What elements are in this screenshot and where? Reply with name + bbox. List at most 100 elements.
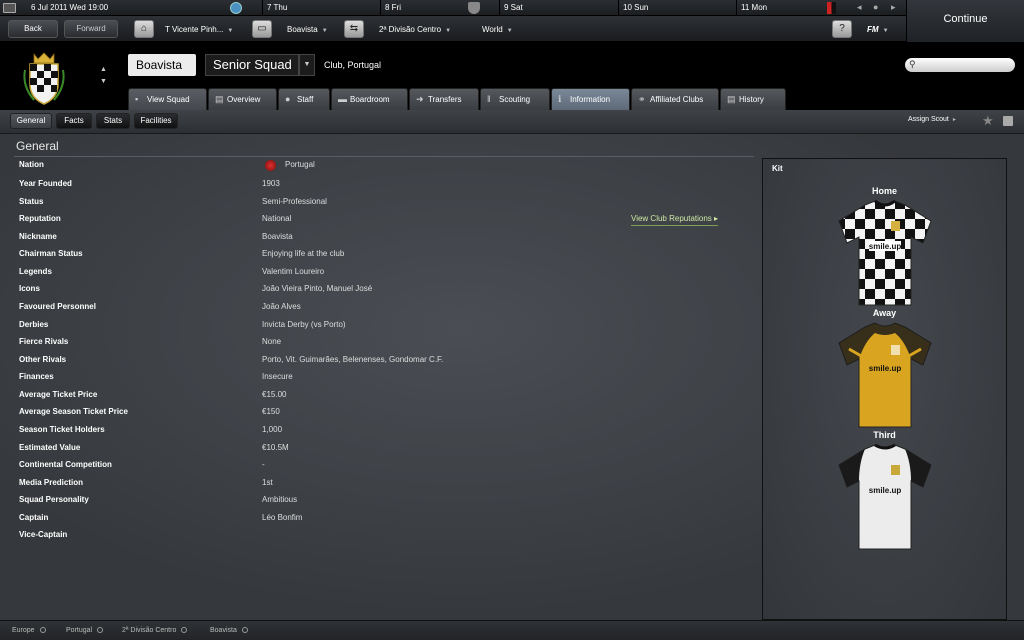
calendar-icon[interactable] [3,3,16,13]
back-button[interactable]: Back [8,20,58,38]
info-value: Enjoying life at the club [262,249,345,258]
info-label: Icons [19,284,40,293]
subtab-stats[interactable]: Stats [96,113,130,129]
tab-transfers[interactable]: ➜ Transfers [409,88,479,110]
info-label: Estimated Value [19,443,81,452]
info-row: Other Rivals Porto, Vit. Guimarães, Belen… [0,355,760,372]
tab-affiliated-clubs[interactable]: ⚭ Affiliated Clubs [631,88,719,110]
fm-menu[interactable]: FM ▼ [867,25,889,34]
tab-label: Boardroom [350,95,390,104]
info-value[interactable]: João Vieira Pinto, Manuel José [262,284,372,293]
club-subtitle: Club, Portugal [324,60,382,70]
tab-staff[interactable]: ● Staff [278,88,330,110]
info-label: Fierce Rivals [19,337,69,346]
chevron-down-icon: ▼ [506,28,513,34]
search-icon: ⚲ [909,59,916,69]
info-label: Chairman Status [19,249,83,258]
club-crest-icon [23,52,65,105]
world-label: World [482,25,503,34]
tab-label: Affiliated Clubs [650,95,704,104]
calendar-day[interactable]: 7 Thu [267,3,287,12]
opponent-crest-icon[interactable] [827,2,836,14]
calendar-divider [618,0,619,16]
info-value[interactable]: Valentim Loureiro [262,267,324,276]
world-menu[interactable]: World ▼ [482,25,513,34]
calendar-day[interactable]: 8 Fri [385,3,401,12]
kit-title: Kit [772,164,783,173]
info-value[interactable]: João Alves [262,302,301,311]
boardroom-icon: ▬ [338,94,347,104]
breadcrumb: Europe Portugal 2ª Divisão Centro Boavis… [0,620,1024,640]
breadcrumb-dot-icon [241,627,248,634]
subtab-facilities[interactable]: Facilities [134,113,178,129]
info-value[interactable]: Porto, Vit. Guimarães, Belenenses, Gondo… [262,355,443,364]
portugal-flag-icon [265,160,276,171]
section-divider [14,156,754,157]
third-kit-shirt: smile.up [838,443,932,550]
search-input[interactable]: ⚲ [905,58,1015,72]
tab-history[interactable]: ▤ History [720,88,786,110]
info-row: Chairman Status Enjoying life at the club [0,249,760,266]
note-icon[interactable] [1003,116,1013,126]
forward-button[interactable]: Forward [64,20,118,38]
subtab-general[interactable]: General [10,113,52,129]
info-label: Vice-Captain [19,530,68,539]
home-icon[interactable]: ⌂ [134,20,154,38]
tab-label: Transfers [428,95,462,104]
breadcrumb-item[interactable]: 2ª Divisão Centro [122,627,188,634]
calendar-prev-icon[interactable]: ◂ [857,2,862,13]
breadcrumb-item[interactable]: Boavista [210,627,248,634]
calendar-day[interactable]: 9 Sat [504,3,523,12]
calendar-today-icon[interactable]: ● [873,2,878,12]
chevron-down-icon: ▼ [321,28,328,34]
overview-icon: ▤ [215,94,224,104]
info-label: Year Founded [19,179,72,188]
info-row: Nation Portugal [0,160,760,177]
info-row: Continental Competition - [0,460,760,477]
continue-button[interactable]: Continue [906,0,1024,42]
away-kit-shirt: smile.up [838,322,932,428]
calendar-next-icon[interactable]: ▸ [891,2,896,13]
calendar-divider [380,0,381,16]
kit-third-label: Third [873,430,896,440]
info-value: National [262,214,292,223]
manager-name: T Vicente Pinh... [165,25,224,34]
info-value[interactable]: Portugal [285,160,315,169]
breadcrumb-dot-icon [39,627,46,634]
opponent-crest-icon[interactable] [468,2,480,14]
scouting-icon: ‖ [487,94,491,104]
club-icon[interactable]: ▭ [252,20,272,38]
info-value[interactable]: Léo Bonfim [262,513,302,522]
competition-label: 2ª Divisão Centro [379,25,442,34]
club-switch-arrows[interactable]: ▲ ▼ [100,64,107,88]
swap-icon[interactable]: ⇆ [344,20,364,38]
club-menu[interactable]: Boavista ▼ [287,25,328,34]
calendar-day[interactable]: 11 Mon [741,3,767,12]
manager-menu[interactable]: T Vicente Pinh... ▼ [165,25,233,34]
calendar-day[interactable]: 10 Sun [623,3,648,12]
competition-menu[interactable]: 2ª Divisão Centro ▼ [379,25,451,34]
star-icon[interactable]: ★ [982,113,994,129]
breadcrumb-item[interactable]: Portugal [66,627,104,634]
view-club-reputations-link[interactable]: View Club Reputations ▸ [631,214,719,226]
tab-scouting[interactable]: ‖ Scouting [480,88,550,110]
calendar-divider [499,0,500,16]
tab-boardroom[interactable]: ▬ Boardroom [331,88,408,110]
tab-overview[interactable]: ▤ Overview [208,88,277,110]
info-row: Squad Personality Ambitious [0,495,760,512]
home-kit-shirt: smile.up [838,199,932,306]
info-label: Captain [19,513,49,522]
breadcrumb-label: 2ª Divisão Centro [122,627,177,634]
chevron-down-icon[interactable]: ▼ [299,54,315,76]
tab-view-squad[interactable]: ▪ View Squad [128,88,207,110]
breadcrumb-item[interactable]: Europe [12,627,46,634]
help-button[interactable]: ? [832,20,852,38]
squad-select[interactable]: Senior Squad [205,54,299,76]
chevron-down-icon: ▼ [445,28,452,34]
match-crest-icon[interactable] [230,2,242,14]
info-value: €150 [262,407,280,416]
subtab-facts[interactable]: Facts [56,113,92,129]
tab-information[interactable]: ℹ Information [551,88,630,110]
info-value[interactable]: Invicta Derby (vs Porto) [262,320,346,329]
assign-scout-menu[interactable]: Assign Scout ▸ [908,116,956,123]
